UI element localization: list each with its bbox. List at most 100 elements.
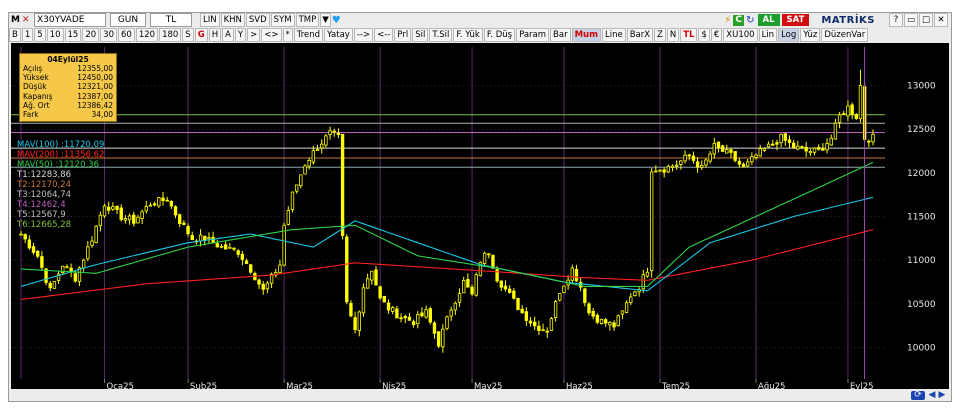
toolbar-button[interactable]: 1	[21, 27, 34, 42]
candle-body	[382, 295, 387, 303]
toolbar-button[interactable]: 180	[159, 27, 182, 42]
candle-body	[779, 133, 783, 144]
candle-body	[399, 317, 403, 320]
candle-body	[570, 267, 574, 281]
toolbar-button[interactable]: <--	[374, 27, 394, 42]
candle-body	[533, 321, 537, 327]
toolbar-button[interactable]: €	[710, 27, 723, 42]
currency-field[interactable]: TL	[149, 13, 192, 27]
twitter-bird-icon[interactable]: ♥	[332, 15, 341, 26]
toolbar-button[interactable]: S	[182, 27, 194, 42]
toolbar-button[interactable]: Prl	[394, 27, 412, 42]
period-field[interactable]: GUN	[109, 13, 146, 27]
sym-button[interactable]: SYM	[270, 13, 295, 27]
toolbar-button[interactable]: Y	[234, 27, 247, 42]
candle-body	[115, 205, 119, 210]
toolbar-button[interactable]: G	[194, 27, 208, 42]
candle-body	[766, 143, 771, 148]
candle-body	[23, 234, 27, 240]
toolbar-top: M ✕ X30YVADE GUN TL LIN KHN SVD SYM TMP …	[9, 13, 951, 27]
menu-m-button[interactable]: M	[9, 15, 22, 25]
candle-body	[649, 171, 654, 272]
c-green-icon[interactable]: C	[733, 14, 745, 26]
toolbar-button[interactable]: 5	[34, 27, 46, 42]
legend-mav100: MAV(100) :11720,09	[17, 140, 105, 150]
buy-button[interactable]: AL	[757, 14, 780, 26]
refresh-icon[interactable]: ↻	[746, 15, 754, 26]
toolbar-button[interactable]: Z	[654, 27, 666, 42]
scroll-right-icon[interactable]: ▶	[937, 391, 947, 400]
tmp-button[interactable]: TMP	[295, 13, 320, 27]
candle-body	[528, 320, 533, 324]
mav100-line	[20, 196, 874, 292]
lightning-icon[interactable]: ⚡	[724, 15, 731, 26]
toolbar-button[interactable]: DüzenVar	[821, 27, 869, 42]
toolbar-button[interactable]: 120	[135, 27, 159, 42]
candle-body	[712, 143, 716, 155]
toolbar-button[interactable]: N	[666, 27, 680, 42]
toolbar-button[interactable]: XU100	[723, 27, 758, 42]
close-x-icon[interactable]: ✕	[22, 15, 32, 25]
toolbar-button[interactable]: BarX	[626, 27, 654, 42]
candle-body	[608, 321, 612, 326]
candle-body	[741, 163, 746, 168]
toolbar-button[interactable]: 30	[100, 27, 117, 42]
candle-body	[127, 215, 132, 221]
legend-mav200: MAV(200) :11356,62	[17, 150, 105, 160]
scroll-left-icon[interactable]: ◀	[927, 391, 937, 400]
toolbar-button[interactable]: 15	[64, 27, 82, 42]
toolbar-button[interactable]: 60	[118, 27, 135, 42]
x-tick-label: Tem25	[661, 382, 690, 389]
minimize-icon[interactable]: ▭	[904, 13, 918, 27]
restore-icon[interactable]: □	[919, 13, 933, 27]
toolbar-button[interactable]: TL	[680, 27, 698, 42]
toolbar-button[interactable]: <>	[261, 27, 282, 42]
help-icon[interactable]: ?	[889, 13, 903, 27]
toolbar-button[interactable]: Param	[516, 27, 550, 42]
candle-body	[361, 287, 366, 314]
toolbar-button[interactable]: F. Düş	[483, 27, 516, 42]
toolbar-button[interactable]: *	[282, 27, 293, 42]
toolbar-button[interactable]: >	[247, 27, 261, 42]
candle-body	[666, 165, 671, 173]
toolbar-button[interactable]: Line	[601, 27, 626, 42]
toolbar-button[interactable]: T.Sil	[429, 27, 453, 42]
svd-button[interactable]: SVD	[245, 13, 270, 27]
toolbar-button[interactable]: Lin	[758, 27, 778, 42]
toolbar-button[interactable]: Yüz	[800, 27, 821, 42]
toolbar-button[interactable]: Bar	[550, 27, 571, 42]
khn-button[interactable]: KHN	[220, 13, 245, 27]
toolbar-button[interactable]: -->	[353, 27, 374, 42]
sync-icon[interactable]: ⟳	[911, 391, 925, 400]
candle-body	[558, 293, 562, 301]
dropdown-arrow-icon[interactable]: ▼	[320, 13, 331, 27]
toolbar-button[interactable]: B	[9, 27, 21, 42]
candle-body	[157, 197, 161, 207]
toolbar-button[interactable]: H	[208, 27, 222, 42]
toolbar-button[interactable]: F. Yük	[453, 27, 483, 42]
candle-body	[733, 151, 737, 161]
candle-body	[332, 130, 336, 133]
x-tick-label: Şub25	[190, 382, 217, 389]
toolbar-button[interactable]: Log	[778, 27, 800, 42]
candle-body	[94, 225, 98, 243]
toolbar-button[interactable]: $	[698, 27, 710, 42]
candle-body	[207, 237, 211, 240]
toolbar-button[interactable]: Mum	[571, 27, 601, 42]
toolbar-button[interactable]: Sil	[412, 27, 429, 42]
toolbar-button[interactable]: Trend	[293, 27, 324, 42]
candle-body	[278, 264, 282, 274]
candle-body	[553, 301, 558, 318]
toolbar-button[interactable]: 20	[82, 27, 100, 42]
close-icon[interactable]: ✕	[934, 13, 948, 27]
sell-button[interactable]: SAT	[781, 14, 810, 26]
symbol-field[interactable]: X30YVADE	[33, 13, 106, 27]
candle-body	[328, 130, 332, 135]
chart-plot-area[interactable]: 10000 10500 11000 11500 12000 12500 13000 Oca25…	[11, 43, 949, 389]
toolbar-button[interactable]: Yatay	[324, 27, 353, 42]
toolbar-button[interactable]: 10	[46, 27, 64, 42]
candle-body	[294, 184, 299, 192]
bottom-bar: ⟳ ◀ ▶	[11, 390, 949, 400]
lin-button[interactable]: LIN	[199, 13, 220, 27]
toolbar-button[interactable]: A	[222, 27, 234, 42]
